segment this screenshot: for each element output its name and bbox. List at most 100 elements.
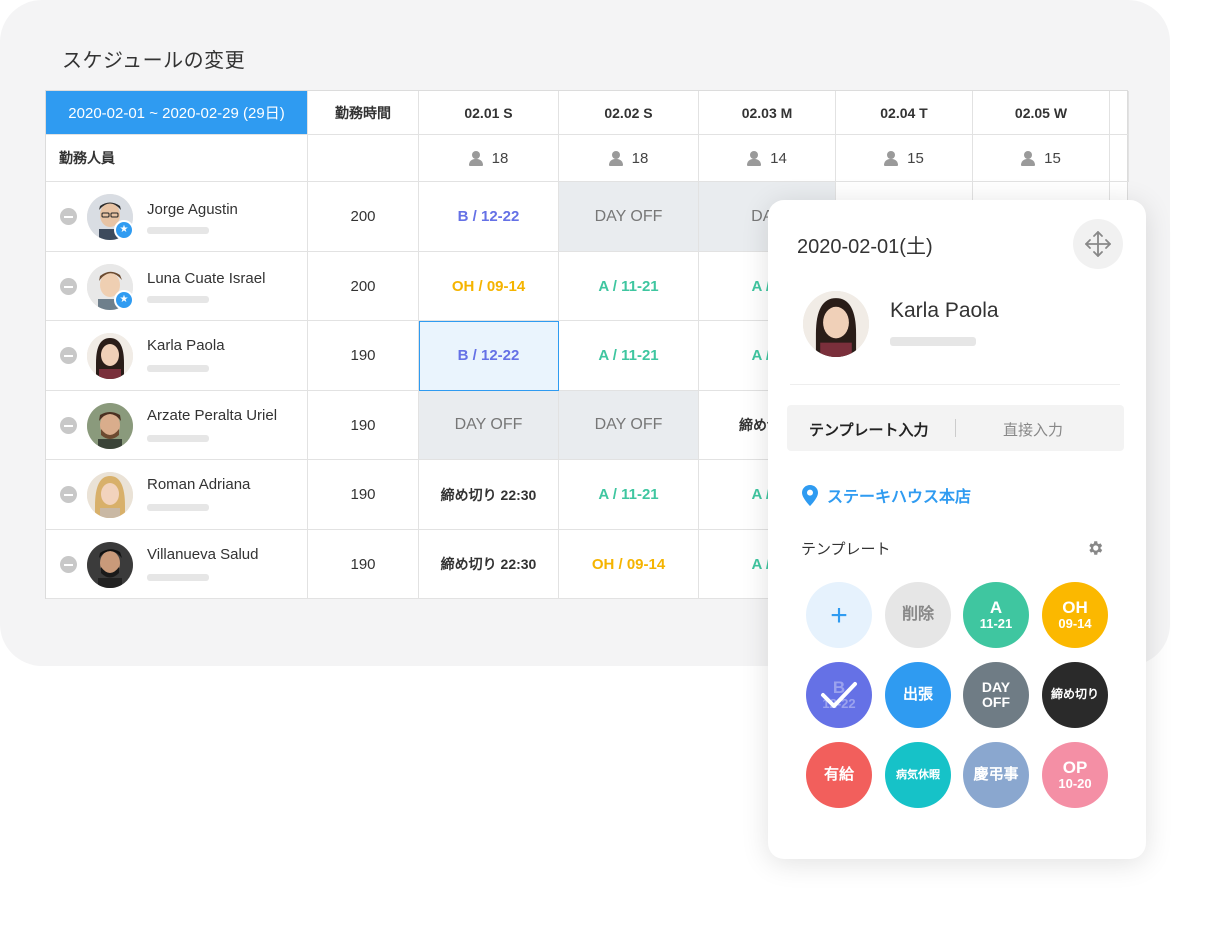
remove-icon[interactable]	[60, 208, 77, 225]
hours-value: 190	[308, 460, 419, 530]
star-icon: ★	[114, 290, 134, 310]
shift-cell[interactable]: A / 11-21	[559, 321, 699, 391]
table-row: Karla Paola	[46, 321, 308, 391]
staff-count-4: 15	[836, 135, 973, 182]
popup-person-name: Karla Paola	[890, 299, 999, 322]
paid-leave-button[interactable]: 有給	[806, 742, 872, 808]
popup-avatar	[803, 291, 869, 357]
deadline-button[interactable]: 締め切り	[1042, 662, 1108, 728]
business-trip-button[interactable]: 出張	[885, 662, 951, 728]
shift-cell[interactable]: DAY OFF	[559, 391, 699, 460]
delete-button[interactable]: 削除	[885, 582, 951, 648]
bereavement-button[interactable]: 慶弔事	[963, 742, 1029, 808]
avatar	[87, 472, 133, 518]
star-icon: ★	[114, 220, 134, 240]
tab-direct-input[interactable]: 直接入力	[1003, 419, 1063, 440]
hours-value: 200	[308, 252, 419, 321]
person-icon	[1021, 150, 1036, 166]
day-header-5: 02.05 W	[973, 91, 1110, 135]
check-icon	[821, 682, 857, 708]
day-header-3: 02.03 M	[699, 91, 836, 135]
template-label: テンプレート	[801, 541, 891, 558]
avatar	[87, 542, 133, 588]
day-off-button[interactable]: DAY OFF	[963, 662, 1029, 728]
remove-icon[interactable]	[60, 278, 77, 295]
table-row: Arzate Peralta Uriel	[46, 391, 308, 460]
gear-icon[interactable]	[1086, 539, 1104, 557]
remove-icon[interactable]	[60, 417, 77, 434]
shift-cell[interactable]: OH / 09-14	[419, 252, 559, 321]
person-icon	[468, 150, 483, 166]
person-name: Arzate Peralta Uriel	[147, 407, 278, 424]
remove-icon[interactable]	[60, 556, 77, 573]
placeholder-bar	[890, 337, 976, 346]
hours-value: 190	[308, 530, 419, 599]
shift-cell[interactable]: A / 11-21	[559, 252, 699, 321]
shift-cell[interactable]: DAY OFF	[419, 391, 559, 460]
staff-count-5: 15	[973, 135, 1110, 182]
table-row: Roman Adriana	[46, 460, 308, 530]
template-a-button[interactable]: A 11-21	[963, 582, 1029, 648]
location[interactable]: ステーキハウス本店	[802, 483, 971, 507]
person-icon	[747, 150, 762, 166]
person-icon	[884, 150, 899, 166]
table-row: ★ Jorge Agustin	[46, 182, 308, 252]
placeholder-bar	[147, 227, 209, 234]
selected-shift-cell[interactable]: B / 12-22	[419, 321, 559, 391]
avatar	[87, 333, 133, 379]
popup-date: 2020-02-01(土)	[797, 236, 933, 258]
shift-cell[interactable]: 締め切り 22:30	[419, 460, 559, 530]
staff-count-3: 14	[699, 135, 836, 182]
hours-value: 200	[308, 182, 419, 252]
hours-value: 190	[308, 321, 419, 391]
person-name: Jorge Agustin	[147, 201, 238, 218]
day-header-4: 02.04 T	[836, 91, 973, 135]
template-b-button-selected[interactable]: B 12-22	[806, 662, 872, 728]
shift-cell[interactable]: 締め切り 22:30	[419, 530, 559, 599]
location-pin-icon	[802, 484, 818, 506]
template-op-button[interactable]: OP 10-20	[1042, 742, 1108, 808]
table-row: ★ Luna Cuate Israel	[46, 252, 308, 321]
day-header-6	[1110, 91, 1129, 135]
person-icon	[608, 150, 623, 166]
add-template-button[interactable]: +	[806, 582, 872, 648]
placeholder-bar	[147, 296, 209, 303]
tab-divider	[955, 419, 956, 437]
tab-template-input[interactable]: テンプレート入力	[809, 419, 929, 440]
shift-cell[interactable]: B / 12-22	[419, 182, 559, 252]
location-name: ステーキハウス本店	[827, 489, 972, 506]
shift-cell[interactable]: DAY OFF	[559, 182, 699, 252]
move-button[interactable]	[1073, 219, 1123, 269]
page-title: スケジュールの変更	[62, 50, 246, 72]
shift-cell[interactable]: A / 11-21	[559, 460, 699, 530]
date-range-button[interactable]: 2020-02-01 ~ 2020-02-29 (29日)	[46, 91, 308, 135]
staff-count-2: 18	[559, 135, 699, 182]
avatar	[87, 403, 133, 449]
staff-count-1: 18	[419, 135, 559, 182]
day-header-1: 02.01 S	[419, 91, 559, 135]
person-name: Luna Cuate Israel	[147, 270, 266, 287]
day-header-2: 02.02 S	[559, 91, 699, 135]
placeholder-bar	[147, 504, 209, 511]
staff-label: 勤務人員	[46, 135, 308, 182]
remove-icon[interactable]	[60, 486, 77, 503]
sick-leave-button[interactable]: 病気休暇	[885, 742, 951, 808]
staff-count-6	[1110, 135, 1129, 182]
table-row: Villanueva Salud	[46, 530, 308, 599]
placeholder-bar	[147, 574, 209, 581]
person-name: Roman Adriana	[147, 476, 251, 493]
hours-blank	[308, 135, 419, 182]
hours-column-header: 勤務時間	[308, 91, 419, 135]
placeholder-bar	[147, 435, 209, 442]
shift-edit-popup: 2020-02-01(土) Karla Paola テンプレート入力 直接入力 …	[768, 200, 1146, 859]
template-oh-button[interactable]: OH 09-14	[1042, 582, 1108, 648]
hours-value: 190	[308, 391, 419, 460]
input-mode-tabs: テンプレート入力 直接入力	[787, 405, 1124, 451]
person-name: Karla Paola	[147, 337, 225, 354]
person-name: Villanueva Salud	[147, 546, 259, 563]
divider	[790, 384, 1120, 385]
move-icon	[1085, 231, 1111, 257]
placeholder-bar	[147, 365, 209, 372]
shift-cell[interactable]: OH / 09-14	[559, 530, 699, 599]
remove-icon[interactable]	[60, 347, 77, 364]
